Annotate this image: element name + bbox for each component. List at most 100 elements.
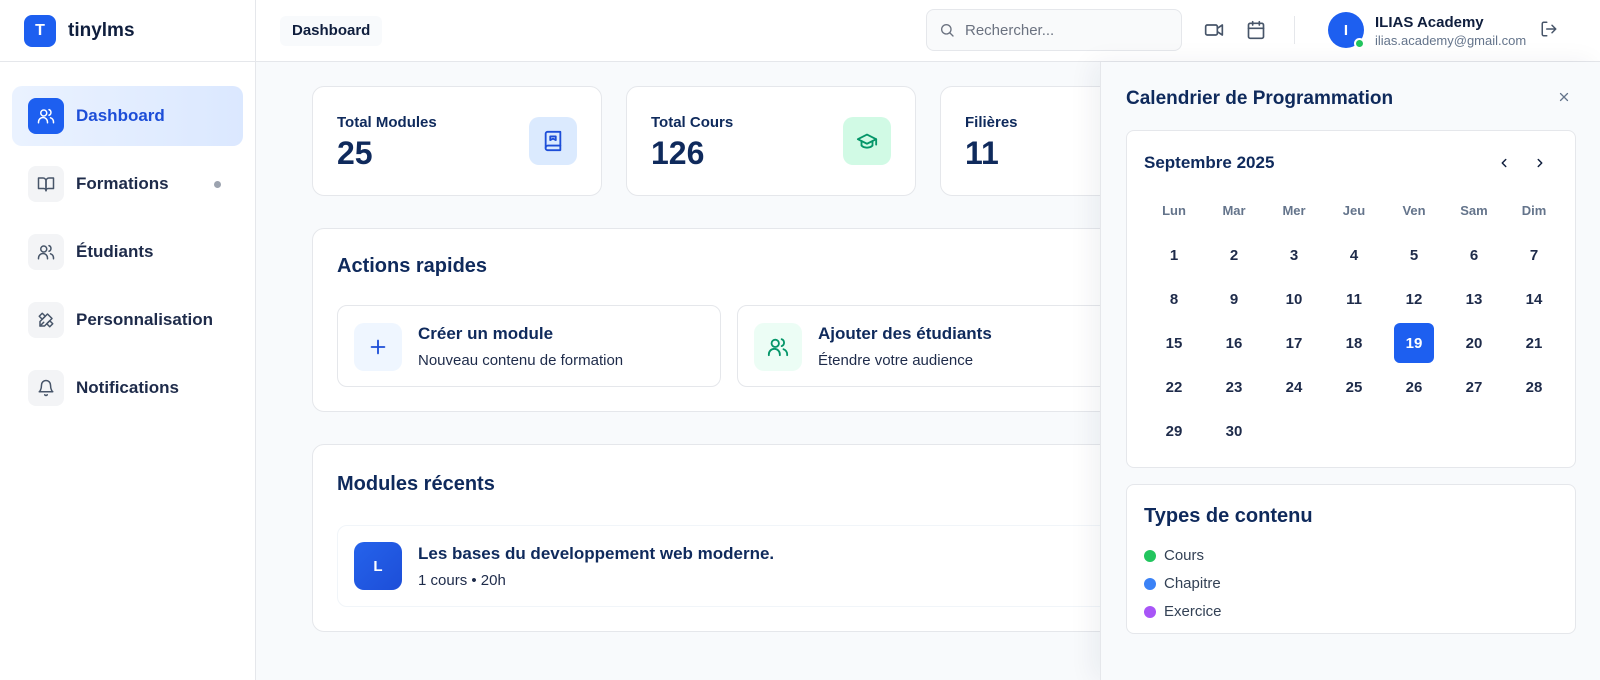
sidebar: T tinylms Dashboard Formations Étudiants: [0, 0, 256, 680]
stat-card-cours: Total Cours 126: [626, 86, 916, 196]
stat-label: Filières: [965, 114, 1018, 131]
calendar-day-number: 2: [1229, 246, 1239, 264]
sidebar-item-formations[interactable]: Formations: [12, 154, 243, 214]
legend-item-chapitre: Chapitre: [1144, 575, 1221, 592]
calendar-day-number: 12: [1405, 290, 1423, 308]
calendar-day-number: 16: [1225, 334, 1243, 352]
panel-title: Actions rapides: [337, 255, 488, 277]
calendar-day[interactable]: 9: [1204, 277, 1264, 321]
calendar-day[interactable]: 28: [1504, 365, 1564, 409]
legend-label: Exercice: [1164, 603, 1222, 620]
calendar-day[interactable]: 7: [1504, 233, 1564, 277]
user-name: ILIAS Academy: [1375, 14, 1484, 31]
brand[interactable]: T tinylms: [0, 0, 255, 62]
calendar-day[interactable]: 26: [1384, 365, 1444, 409]
design-tools-icon: [28, 302, 64, 338]
sidebar-item-dashboard[interactable]: Dashboard: [12, 86, 243, 146]
calendar-day[interactable]: 1: [1144, 233, 1204, 277]
calendar-card: Septembre 2025 Lun Mar Mer Jeu Ven Sam Dim 123…: [1126, 130, 1576, 468]
calendar-day-number: 27: [1465, 378, 1483, 396]
stat-value: 126: [651, 135, 705, 171]
calendar-day-number: 28: [1525, 378, 1543, 396]
close-icon[interactable]: [1557, 90, 1571, 104]
calendar-day-number: 9: [1229, 290, 1239, 308]
calendar-day[interactable]: 16: [1204, 321, 1264, 365]
calendar-day[interactable]: 12: [1384, 277, 1444, 321]
stat-label: Total Modules: [337, 114, 437, 131]
calendar-day[interactable]: 2: [1204, 233, 1264, 277]
calendar-day-number: 22: [1165, 378, 1183, 396]
module-meta: 1 cours • 20h: [418, 572, 506, 589]
calendar-day[interactable]: 23: [1204, 365, 1264, 409]
calendar-day-number: 15: [1165, 334, 1183, 352]
brand-logo: T: [24, 14, 56, 47]
calendar-day-number: 29: [1165, 422, 1183, 440]
calendar-day[interactable]: 18: [1324, 321, 1384, 365]
search-icon: [939, 22, 955, 38]
calendar-day[interactable]: 11: [1324, 277, 1384, 321]
calendar-day[interactable]: 8: [1144, 277, 1204, 321]
legend-dot: [1144, 549, 1156, 562]
calendar-day[interactable]: 29: [1144, 409, 1204, 453]
calendar-day[interactable]: 25: [1324, 365, 1384, 409]
avatar-initial: I: [1343, 21, 1349, 39]
legend-item-exercice: Exercice: [1144, 603, 1222, 620]
weekday-label: Jeu: [1342, 203, 1366, 218]
calendar-day-number: 10: [1285, 290, 1303, 308]
calendar-day-number: 4: [1349, 246, 1359, 264]
chevron-left-icon[interactable]: [1497, 156, 1511, 170]
book-open-icon: [28, 166, 64, 202]
users-icon: [754, 323, 802, 371]
weekday-label: Mar: [1222, 203, 1246, 218]
search-input[interactable]: [965, 21, 1165, 39]
calendar-day-number: 1: [1169, 246, 1179, 264]
calendar-day[interactable]: 4: [1324, 233, 1384, 277]
calendar-day[interactable]: 10: [1264, 277, 1324, 321]
weekday-label: Dim: [1521, 203, 1547, 218]
calendar-day[interactable]: 24: [1264, 365, 1324, 409]
calendar-day[interactable]: 14: [1504, 277, 1564, 321]
search-box[interactable]: [926, 9, 1182, 51]
sidebar-item-personnalisation[interactable]: Personnalisation: [12, 290, 243, 350]
breadcrumb[interactable]: Dashboard: [280, 16, 383, 46]
content-types-card: Types de contenu Cours Chapitre Exercice: [1126, 484, 1576, 634]
calendar-day[interactable]: 30: [1204, 409, 1264, 453]
weekday-label: Mer: [1282, 203, 1306, 218]
logout-icon[interactable]: [1540, 20, 1558, 38]
calendar-day[interactable]: 27: [1444, 365, 1504, 409]
create-module-button[interactable]: Créer un module Nouveau contenu de forma…: [337, 305, 721, 387]
add-students-button[interactable]: Ajouter des étudiants Étendre votre audi…: [737, 305, 1121, 387]
action-subtitle: Étendre votre audience: [818, 352, 974, 369]
calendar-day-number: 17: [1285, 334, 1303, 352]
sidebar-item-notifications[interactable]: Notifications: [12, 358, 243, 418]
chevron-right-icon[interactable]: [1533, 156, 1547, 170]
stat-card-modules: Total Modules 25: [312, 86, 602, 196]
calendar-day[interactable]: 15: [1144, 321, 1204, 365]
calendar-icon[interactable]: [1246, 20, 1266, 40]
panel-title: Modules récents: [337, 473, 495, 495]
calendar-day[interactable]: 17: [1264, 321, 1324, 365]
video-icon[interactable]: [1204, 20, 1224, 40]
sidebar-item-etudiants[interactable]: Étudiants: [12, 222, 243, 282]
calendar-day[interactable]: 20: [1444, 321, 1504, 365]
bell-icon: [28, 370, 64, 406]
calendar-day[interactable]: 6: [1444, 233, 1504, 277]
sidebar-item-label: Formations: [76, 174, 169, 193]
calendar-day[interactable]: 5: [1384, 233, 1444, 277]
calendar-day[interactable]: 21: [1504, 321, 1564, 365]
calendar-day[interactable]: 13: [1444, 277, 1504, 321]
calendar-day-number: 30: [1225, 422, 1243, 440]
calendar-drawer: Calendrier de Programmation Septembre 20…: [1100, 62, 1600, 680]
calendar-day-number: 5: [1409, 246, 1419, 264]
sidebar-item-label: Notifications: [76, 378, 179, 397]
calendar-day[interactable]: 22: [1144, 365, 1204, 409]
calendar-day[interactable]: 3: [1264, 233, 1324, 277]
calendar-day-number: 8: [1169, 290, 1179, 308]
weekday-label: Sam: [1460, 203, 1488, 218]
sidebar-nav: Dashboard Formations Étudiants Personnal…: [0, 62, 255, 418]
calendar-day-number: 3: [1289, 246, 1299, 264]
calendar-day-number: 25: [1345, 378, 1363, 396]
user-avatar[interactable]: I: [1328, 12, 1365, 49]
calendar-day-selected[interactable]: 19: [1384, 321, 1444, 365]
indicator-dot: [214, 180, 221, 188]
